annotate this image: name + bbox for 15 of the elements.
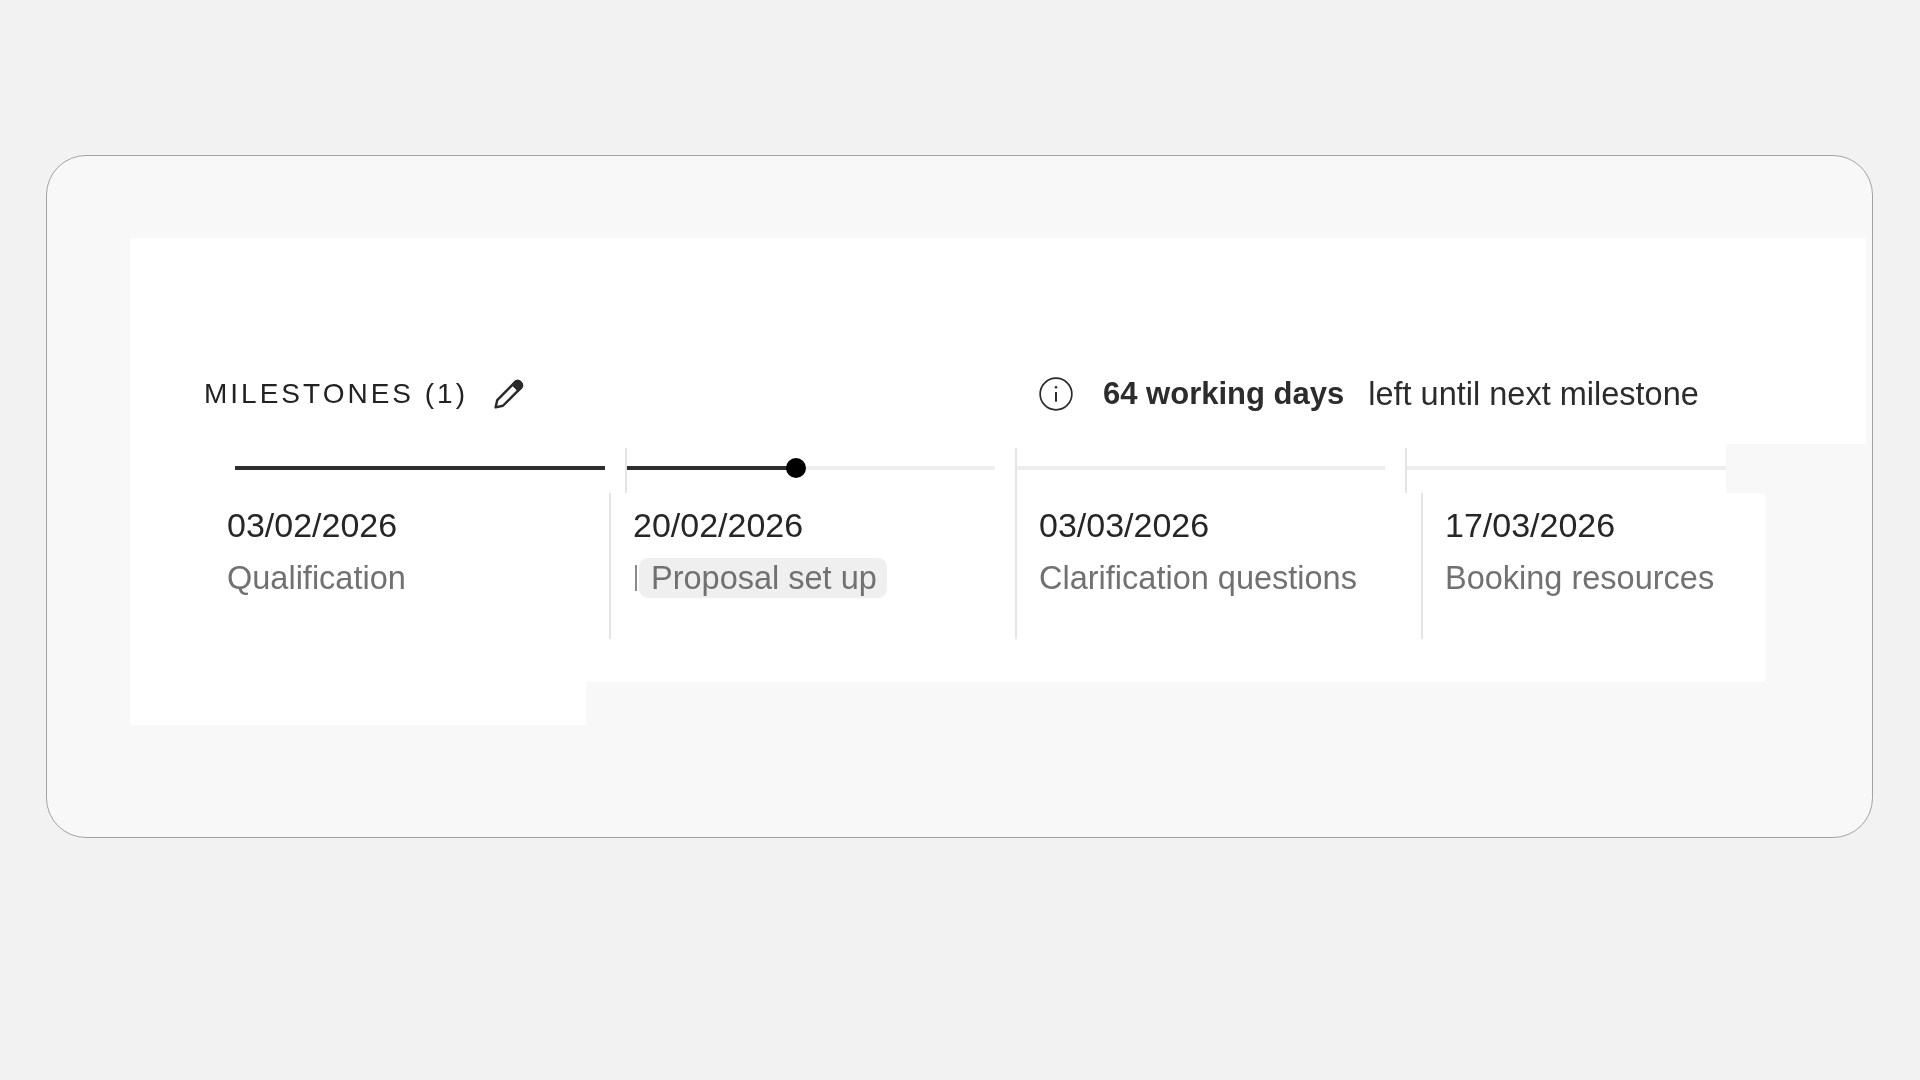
milestone-date: 17/03/2026 — [1445, 507, 1616, 543]
milestone-label[interactable]: Proposal set up — [639, 558, 887, 598]
days-count: 64 working days — [1103, 376, 1345, 412]
milestone-date: 03/02/2026 — [227, 507, 398, 543]
milestone-date: 03/03/2026 — [1039, 507, 1210, 543]
summary-text: left until next milestone — [1368, 376, 1699, 412]
info-icon — [1039, 377, 1073, 411]
section-title: MILESTONES (1) — [204, 377, 468, 411]
milestone-label: Qualification — [227, 559, 406, 598]
text-cursor-icon — [635, 565, 637, 591]
milestone-date: 20/02/2026 — [633, 507, 804, 543]
milestone-label: Clarification questions — [1039, 559, 1357, 598]
progress-thumb[interactable] — [786, 458, 807, 478]
pencil-icon[interactable] — [494, 379, 524, 409]
milestone-label: Booking resources — [1445, 559, 1715, 598]
